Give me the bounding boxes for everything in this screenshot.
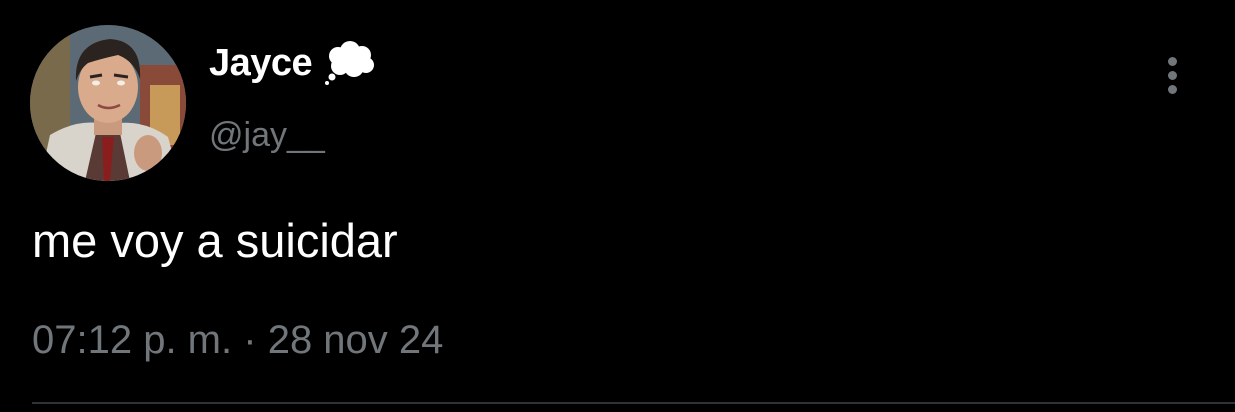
- tweet-date: 28 nov 24: [267, 318, 444, 362]
- more-vertical-icon-dot: [1167, 84, 1177, 94]
- tweet[interactable]: Jayce @jay__ me voy a suicidar 07:12 p. …: [0, 0, 1235, 412]
- divider: [32, 402, 1235, 404]
- tweet-time: 07:12 p. m.: [32, 318, 233, 362]
- author-name-row: Jayce: [209, 38, 378, 88]
- more-options-button[interactable]: [1150, 50, 1194, 100]
- tweet-text: me voy a suicidar: [32, 214, 398, 267]
- avatar[interactable]: [30, 25, 186, 181]
- display-name[interactable]: Jayce: [209, 42, 313, 85]
- more-vertical-icon: [1167, 56, 1177, 66]
- author-handle[interactable]: @jay__: [209, 116, 325, 155]
- tweet-timestamp[interactable]: 07:12 p. m. · 28 nov 24: [32, 318, 443, 363]
- avatar-icon: [30, 25, 186, 181]
- meta-separator: ·: [243, 318, 257, 362]
- more-vertical-icon-dot: [1167, 70, 1177, 80]
- thought-bubble-icon: [324, 40, 378, 86]
